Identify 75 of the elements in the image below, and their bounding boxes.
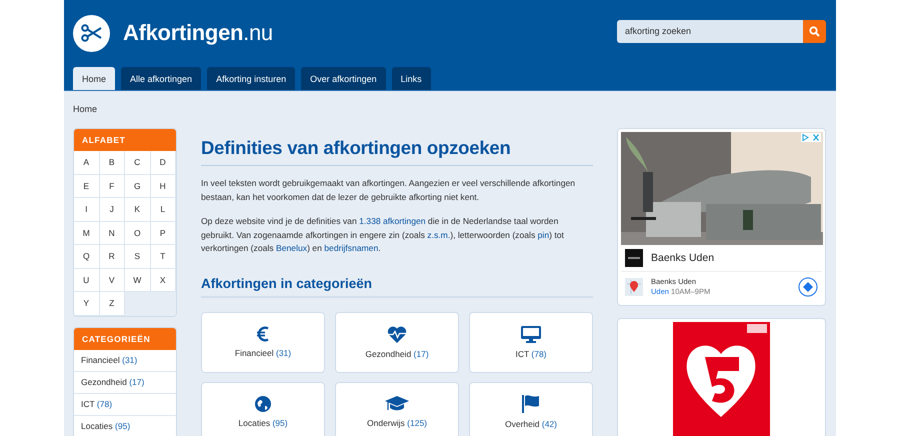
letter-link[interactable]: H <box>150 174 176 198</box>
category-link[interactable]: Financieel (31) <box>74 350 176 372</box>
category-card[interactable]: Financieel (31) <box>201 312 325 372</box>
letter-link[interactable]: M <box>74 222 100 245</box>
nav-tab[interactable]: Over afkortingen <box>301 67 386 90</box>
nav-tab[interactable]: Links <box>392 67 431 90</box>
letter-link[interactable]: W <box>125 268 150 292</box>
letter-link[interactable]: N <box>100 222 125 245</box>
globe-icon <box>255 396 271 412</box>
nav-tab[interactable]: Afkorting insturen <box>207 67 296 90</box>
link[interactable]: Benelux <box>276 243 308 253</box>
section-heading: Afkortingen in categorieën <box>201 276 593 298</box>
letter-link[interactable]: T <box>150 245 176 268</box>
link[interactable]: pin <box>538 230 550 240</box>
advertiser-name[interactable]: Baenks Uden <box>651 252 714 264</box>
letter-link[interactable]: A <box>74 151 100 174</box>
search-field[interactable]: afkorting zoeken <box>617 20 803 42</box>
category-link[interactable]: Gezondheid (17) <box>74 372 176 394</box>
category-card[interactable]: Gezondheid (17) <box>335 312 459 372</box>
page-heading: Definities van afkortingen opzoeken <box>201 137 593 166</box>
breadcrumb: Home <box>72 103 98 116</box>
letter-link[interactable]: F <box>100 174 125 198</box>
scissors-logo-icon[interactable] <box>73 14 110 52</box>
letter-link[interactable]: E <box>74 174 100 198</box>
directions-icon[interactable] <box>798 277 818 297</box>
intro-paragraph: Op deze website vind je de definities van 1.338 afkortingen die in de Nederlandse taal worden gebruikt. Van zogenaamde afkortingen in engere zin (zoals z.s.m.), letterwoorden (zoals pin) tot verkortingen (zoals Benelux) en bedrijfsnamen. <box>201 215 565 255</box>
category-link[interactable]: Locaties (95) <box>74 416 176 436</box>
letter-link[interactable]: D <box>150 151 176 174</box>
euro-icon <box>256 326 270 342</box>
letter-link[interactable]: U <box>74 268 100 292</box>
nav-tab[interactable]: Home <box>73 67 116 90</box>
heart-pulse-icon <box>387 326 407 342</box>
category-label: Locaties (95) <box>238 418 288 428</box>
category-card[interactable]: ICT (78) <box>469 312 593 372</box>
panel-heading: CATEGORIEËN <box>74 328 176 350</box>
letter-link[interactable]: Q <box>74 245 100 268</box>
category-card[interactable]: Overheid (42) <box>469 382 593 436</box>
category-label: Overheid (42) <box>505 419 557 429</box>
letter-link[interactable]: K <box>125 198 150 222</box>
letter-link[interactable]: X <box>150 268 176 292</box>
panel-heading: ALFABET <box>74 129 176 151</box>
letter-link[interactable]: S <box>125 245 150 268</box>
site-title[interactable]: Afkortingen.nu <box>123 20 273 46</box>
flag-icon <box>522 395 540 413</box>
letter-link[interactable]: L <box>150 198 176 222</box>
letter-link[interactable]: I <box>74 198 100 222</box>
link[interactable]: 1.338 afkortingen <box>359 216 426 226</box>
monitor-icon <box>521 326 541 342</box>
search-icon <box>809 26 820 36</box>
category-label: Onderwijs (125) <box>367 418 427 428</box>
letter-link[interactable]: G <box>125 174 150 198</box>
ad-choices-icon[interactable] <box>801 133 821 142</box>
letter-link[interactable]: C <box>125 151 150 174</box>
category-label: ICT (78) <box>515 348 547 358</box>
category-label: Financieel (31) <box>234 348 292 358</box>
category-card[interactable]: Onderwijs (125) <box>335 382 459 436</box>
letter-link[interactable]: R <box>100 245 125 268</box>
letter-link[interactable]: Y <box>74 292 100 316</box>
map-pin-icon <box>625 278 643 296</box>
graduation-cap-icon <box>385 396 409 412</box>
search-button[interactable] <box>803 20 826 42</box>
category-card[interactable]: Locaties (95) <box>201 382 325 436</box>
letter-link[interactable]: V <box>100 268 125 292</box>
link[interactable]: bedrijfsnamen <box>324 243 378 253</box>
nav-tab[interactable]: Alle afkortingen <box>121 67 202 90</box>
letter-link[interactable]: P <box>150 222 176 245</box>
intro-paragraph: In veel teksten wordt gebruikgemaakt van afkortingen. Aangezien er veel verschillende afkortingen bestaan, kan het voorkomen dat de lezer de gebruikte afkorting niet kent. <box>201 177 576 204</box>
letter-link[interactable]: O <box>125 222 150 245</box>
letter-link[interactable]: B <box>100 151 125 174</box>
letter-link[interactable]: J <box>100 198 125 222</box>
store-logo-icon <box>625 249 643 267</box>
category-link[interactable]: ICT (78) <box>74 394 176 416</box>
link[interactable]: z.s.m. <box>427 230 450 240</box>
letter-link[interactable]: Z <box>100 292 125 316</box>
category-label: Gezondheid (17) <box>365 348 429 358</box>
